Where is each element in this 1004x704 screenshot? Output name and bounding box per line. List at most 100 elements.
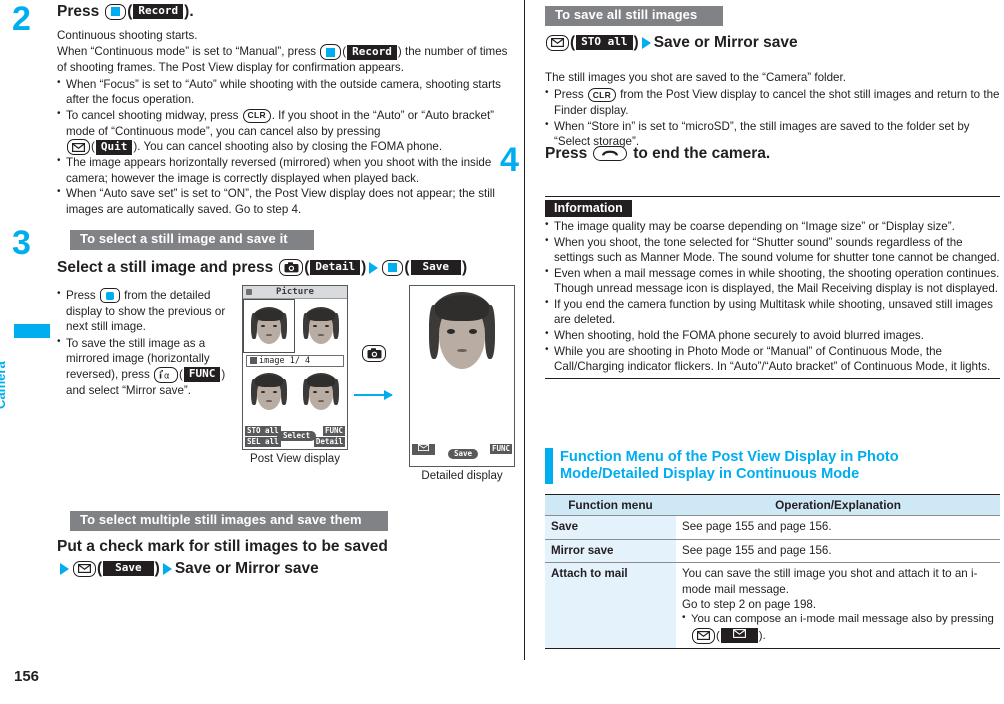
detailed-blank-area <box>410 390 514 440</box>
row-text-mirror-save: See page 155 and page 156. <box>676 539 1000 564</box>
envelope-glyph-soft <box>417 443 430 452</box>
lock-icon <box>246 289 252 295</box>
column-divider <box>524 0 525 660</box>
step-2-bullet-list: When “Focus” is set to “Auto” while shoo… <box>57 76 515 218</box>
chapter-tab-label: Camera <box>0 361 8 409</box>
softkey-mail-icon[interactable] <box>412 443 435 455</box>
detail-softkey-label: Detail <box>310 260 361 276</box>
softkey-func[interactable]: FUNC <box>322 426 345 436</box>
step-2-bullet-2a: To cancel shooting midway, press <box>66 108 239 122</box>
step-4-heading-b: to end the camera. <box>633 145 771 162</box>
saveall-lead: The still images you shot are saved to t… <box>545 71 846 84</box>
function-menu-table: Function menu Operation/Explanation Save… <box>545 494 1000 650</box>
step-3-bullets: Press from the detailed display to show … <box>57 287 235 398</box>
quit-softkey-label: Quit <box>95 139 133 155</box>
thumbnail-1[interactable] <box>243 299 295 353</box>
function-menu-section: Function Menu of the Post View Display i… <box>545 448 1000 650</box>
row-text-save: See page 155 and page 156. <box>676 515 1000 540</box>
end-call-key-icon <box>593 146 628 162</box>
attach-bullet-1a: You can compose an i-mode mail message a… <box>691 613 994 626</box>
softkey-func-detailed[interactable]: FUNC <box>489 444 512 454</box>
right-column: To save all still images (STO all) Save o… <box>500 0 1004 704</box>
record-softkey-inline: Record <box>347 44 397 60</box>
information-box: Information The image quality may be coa… <box>545 196 1000 379</box>
step-2-bullet-2: To cancel shooting midway, press CLR. If… <box>57 107 515 156</box>
sto-all-softkey-label: STO all <box>576 35 633 51</box>
saveall-body: The still images you shot are saved to t… <box>545 70 1000 150</box>
handset-glyph <box>602 150 619 156</box>
postview-caption-text: image 1/ 4 <box>259 356 311 366</box>
flow-arrow-icon <box>354 390 393 400</box>
information-tag: Information <box>545 200 632 217</box>
table-row: Attach to mail You can save the still im… <box>545 562 1000 650</box>
row-name-save: Save <box>545 515 676 540</box>
table-header-function-menu: Function menu <box>545 494 676 517</box>
caption-marker-icon <box>250 357 257 364</box>
row-name-attach-to-mail: Attach to mail <box>545 562 676 650</box>
softkey-save[interactable]: Save <box>448 449 479 459</box>
arrow-right-icon-multi <box>60 562 69 575</box>
detailed-phone-screen: Save FUNC <box>409 285 515 467</box>
attach-bullet-1b: ). <box>758 629 766 642</box>
multi-greybar-wrap: To select multiple still images and save… <box>70 511 388 531</box>
step-3-bullet-1a: Press <box>66 289 96 302</box>
saveall-bullet-1a: Press <box>554 88 584 102</box>
save-softkey-label: Save <box>410 260 462 276</box>
step-2-lead-2a: When “Continuous mode” is set to “Manual… <box>57 45 317 59</box>
postview-thumb-row-2 <box>243 369 347 423</box>
arrow-right-icon-saveall <box>641 36 651 49</box>
information-bullet-4: If you end the camera function by using … <box>545 296 1000 328</box>
step-2-lead-2: When “Continuous mode” is set to “Manual… <box>57 44 508 75</box>
clr-key-icon: CLR <box>242 108 271 123</box>
softkey-sel-all[interactable]: SEL all <box>245 437 281 447</box>
information-bullet-2: When you shoot, the tone selected for “S… <box>545 234 1000 266</box>
mail-key-icon-multi <box>73 560 96 577</box>
manual-page: Camera 156 2 Press (Record). Continuous … <box>0 0 1004 704</box>
camera-glyph <box>284 262 299 273</box>
softkey-select[interactable]: Select <box>277 431 317 441</box>
mail-key-icon <box>67 139 90 156</box>
step-2-bullet-2c: ). You can cancel shooting also by closi… <box>133 140 443 154</box>
attach-text-2: Go to step 2 on page 198. <box>682 598 817 612</box>
postview-title-bar: Picture <box>243 286 347 299</box>
postview-mockup-label: Post View display <box>250 453 340 465</box>
ok-key-icon-inline <box>320 44 342 61</box>
postview-softkey-row: STO all SEL all Select FUNC Detail <box>243 423 347 449</box>
saveall-greybar-wrap: To save all still images <box>545 6 724 26</box>
step-4-heading: Press to end the camera. <box>545 144 770 163</box>
function-menu-heading: Function Menu of the Post View Display i… <box>545 448 1000 485</box>
information-bullet-6: While you are shooting in Photo Mode or … <box>545 343 1000 375</box>
thumbnail-2[interactable] <box>295 299 347 353</box>
mail-key-icon-saveall <box>546 34 569 51</box>
envelope-glyph-multi <box>78 564 91 574</box>
envelope-glyph-saveall <box>551 38 564 48</box>
information-bottom-rule <box>545 377 1000 379</box>
thumbnail-3[interactable] <box>243 369 295 423</box>
step-3-heading-text: Select a still image and press <box>57 259 274 276</box>
softkey-sto-all[interactable]: STO all <box>245 426 281 436</box>
softkey-detail[interactable]: Detail <box>313 437 345 447</box>
camera-key-icon-between <box>362 345 386 362</box>
step-2-bullet-3: The image appears horizontally reversed … <box>57 154 515 186</box>
multi-tail-text: Save or Mirror save <box>174 560 319 577</box>
arrow-right-icon-multi-2 <box>162 562 172 575</box>
information-bullet-1: The image quality may be coarse dependin… <box>545 218 1000 235</box>
ok-key-icon-step3 <box>382 259 404 276</box>
step-4-number: 4 <box>500 141 519 179</box>
step-2-body: Continuous shooting starts. When “Contin… <box>57 28 515 217</box>
table-row: Mirror save See page 155 and page 156. <box>545 539 1000 564</box>
multi-heading-line2: (Save) Save or Mirror save <box>57 559 319 578</box>
svg-text:α: α <box>164 371 170 379</box>
imode-key-icon: iα <box>154 366 178 383</box>
row-text-attach-to-mail: You can save the still image you shot an… <box>676 562 1000 650</box>
attach-bullet-1: You can compose an i-mode mail message a… <box>682 611 994 644</box>
camera-glyph-between <box>367 348 381 359</box>
step-4-heading-a: Press <box>545 145 588 162</box>
postview-phone-screen: Picture image 1/ 4 STO all SEL all Selec… <box>242 285 348 450</box>
step-2-heading: Press (Record). <box>57 3 194 20</box>
multi-cursor-key-icon <box>99 288 120 304</box>
thumbnail-4[interactable] <box>295 369 347 423</box>
multi-section-title: To select multiple still images and save… <box>70 511 388 531</box>
information-bullet-5: When shooting, hold the FOMA phone secur… <box>545 327 1000 344</box>
clr-key-icon-saveall: CLR <box>587 88 616 103</box>
